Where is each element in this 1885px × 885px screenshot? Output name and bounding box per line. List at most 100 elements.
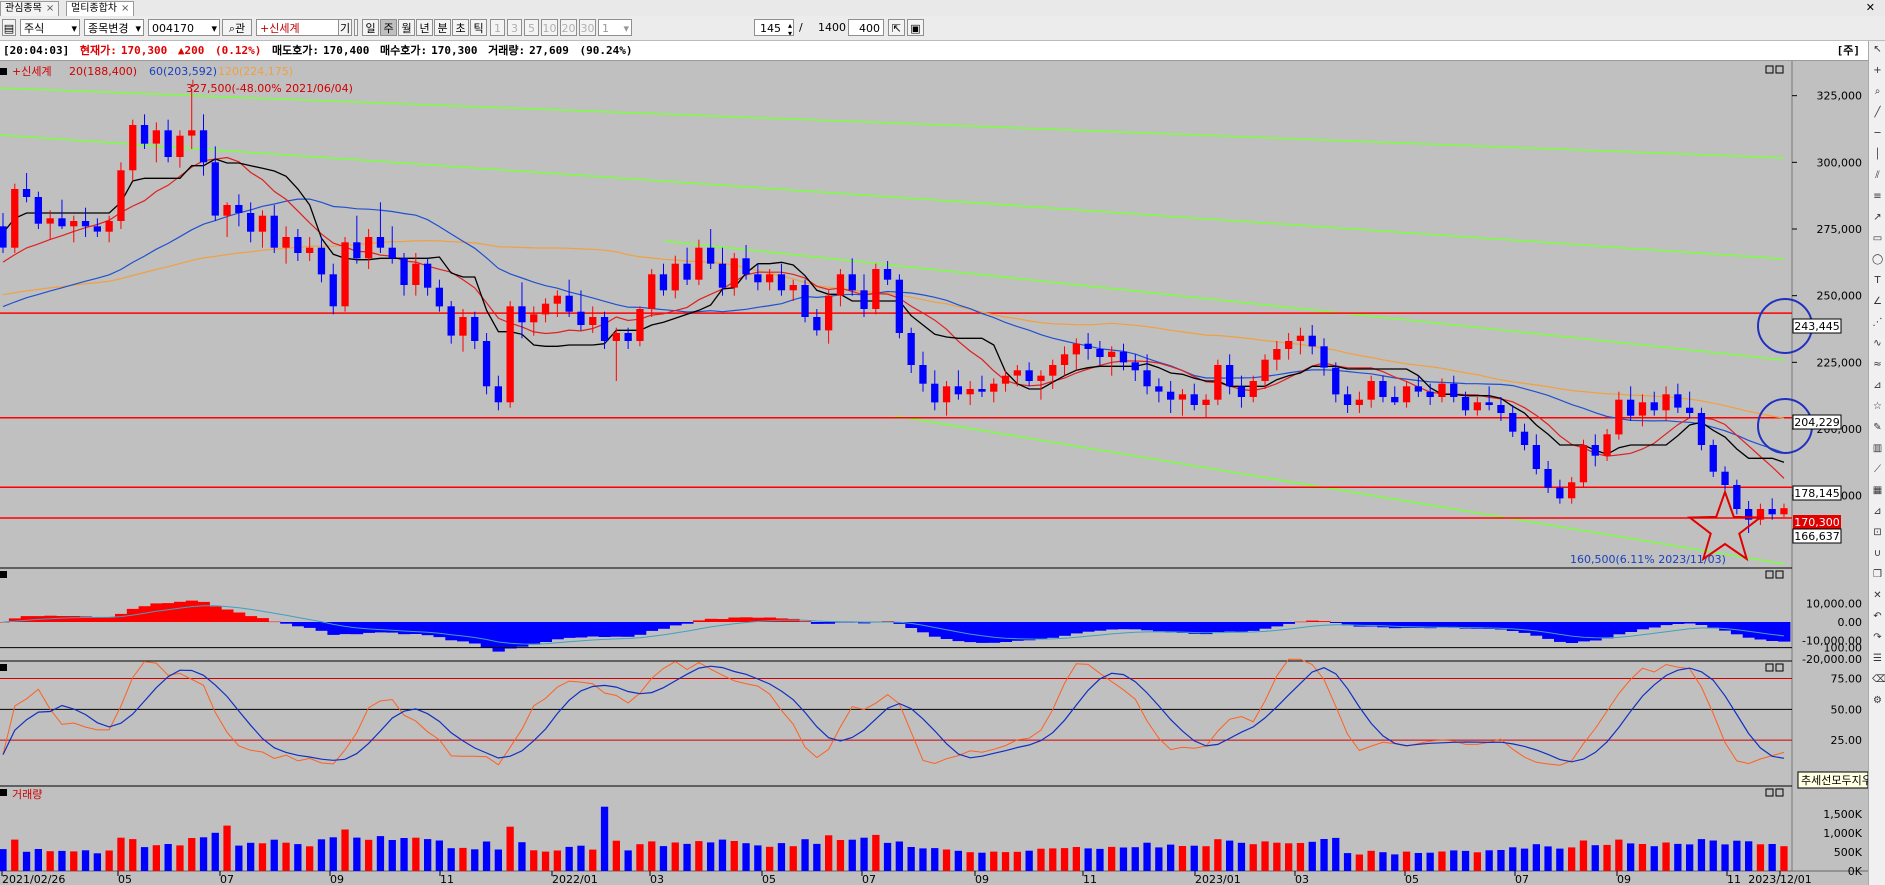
rect-tool-icon[interactable]: ▭	[1872, 233, 1883, 244]
star-tool-icon[interactable]: ☆	[1872, 401, 1883, 412]
stock-code-input[interactable]: 004170 ▾	[148, 19, 220, 36]
pane-handle-icon[interactable]	[0, 571, 7, 578]
interval-5-button[interactable]: 5	[524, 19, 539, 36]
copy-tool-icon[interactable]: ❐	[1872, 569, 1883, 580]
candle-body	[1674, 394, 1682, 408]
cycle-tool-icon[interactable]: ∿	[1872, 338, 1883, 349]
candle[interactable]	[1709, 439, 1717, 477]
period-tick-button[interactable]: 틱	[470, 19, 487, 36]
volume-bar	[1320, 839, 1328, 871]
stepper-down-icon[interactable]: ▾	[788, 25, 792, 35]
cursor-tool-icon[interactable]: ↖	[1872, 44, 1883, 55]
view-count-input[interactable]: 400	[848, 19, 884, 36]
tab-multi-chart[interactable]: 멀티종합차 ×	[66, 1, 135, 16]
redo-tool-icon[interactable]: ↷	[1872, 632, 1883, 643]
candle[interactable]	[872, 263, 880, 315]
hline-tool-icon[interactable]: ─	[1872, 128, 1883, 139]
market-select[interactable]: 주식 ▾	[20, 19, 80, 36]
candle[interactable]	[1579, 439, 1588, 488]
candle[interactable]	[636, 306, 644, 347]
candle[interactable]	[1214, 359, 1222, 405]
candle-body	[424, 263, 432, 288]
arrow-tool-icon[interactable]: ↗	[1872, 212, 1883, 223]
magnet-tool-icon[interactable]: ∪	[1872, 548, 1883, 559]
toolbar-separator	[354, 19, 358, 36]
angle-tool-icon[interactable]: ∠	[1872, 296, 1883, 307]
window-close-icon[interactable]: ✕	[1866, 1, 1875, 14]
candle-body	[1214, 365, 1222, 400]
interval-3-button[interactable]: 3	[507, 19, 522, 36]
candle[interactable]	[1697, 407, 1706, 451]
interval-select[interactable]: 1 ▾	[598, 19, 632, 36]
menu-icon[interactable]: ▤	[2, 19, 16, 36]
pencil-tool-icon[interactable]: ✎	[1872, 422, 1883, 433]
crosshair-tool-icon[interactable]: +	[1872, 65, 1883, 76]
multi-chart-canvas[interactable]: ↓ 325,000300,000275,000250,000225,000200…	[0, 61, 1868, 885]
pane-handle-icon[interactable]	[0, 68, 7, 75]
line-tool-icon[interactable]: ╱	[1872, 107, 1883, 118]
macd-bar	[551, 622, 564, 640]
interval-30-button[interactable]: 30	[579, 19, 596, 36]
pane-max-icon[interactable]	[1765, 788, 1784, 797]
period-second-button[interactable]: 초	[452, 19, 469, 36]
candle-body	[270, 215, 278, 248]
settings-tool-icon[interactable]: ⚙	[1872, 695, 1883, 706]
candle[interactable]	[482, 333, 491, 395]
lock-tool-icon[interactable]: ⊡	[1872, 527, 1883, 538]
channel-tool-icon[interactable]: ⫽	[1872, 170, 1883, 181]
pane-max-icon[interactable]	[1765, 663, 1784, 672]
zoom-tool-icon[interactable]: ⌕	[1872, 86, 1883, 97]
pane-max-icon[interactable]	[1765, 570, 1784, 579]
trend-tool-icon[interactable]: ⟋	[1872, 464, 1883, 475]
candle[interactable]	[341, 237, 349, 312]
candle[interactable]	[34, 191, 42, 229]
close-icon[interactable]: ×	[121, 3, 129, 14]
period-week-button[interactable]: 주	[380, 19, 397, 36]
interval-20-button[interactable]: 20	[560, 19, 577, 36]
candle-body	[942, 386, 951, 403]
period-minute-button[interactable]: 분	[434, 19, 451, 36]
macd-bar	[799, 621, 812, 622]
candle[interactable]	[11, 183, 19, 253]
change-stock-select[interactable]: 종목변경 ▾	[84, 19, 144, 36]
price-change: ▲200	[177, 44, 205, 57]
fan-tool-icon[interactable]: ⋰	[1872, 317, 1883, 328]
delete-tool-icon[interactable]: ✕	[1872, 590, 1883, 601]
grid-tool-icon[interactable]: ▦	[1872, 485, 1883, 496]
erase-all-tool-icon[interactable]: ⌫	[1872, 674, 1885, 685]
ellipse-tool-icon[interactable]: ◯	[1872, 254, 1883, 265]
save-icon[interactable]: ▣	[907, 19, 924, 36]
text-tool-icon[interactable]: T	[1872, 275, 1883, 286]
candle[interactable]	[506, 301, 514, 408]
pane-handle-icon[interactable]	[0, 664, 7, 671]
fibo-tool-icon[interactable]: ≡	[1872, 191, 1883, 202]
tab-watchlist[interactable]: 관심종목 ×	[0, 1, 60, 16]
undo-tool-icon[interactable]: ↶	[1872, 611, 1883, 622]
ki-button[interactable]: 기	[338, 19, 352, 36]
vline-tool-icon[interactable]: │	[1872, 149, 1883, 160]
interval-10-button[interactable]: 10	[541, 19, 558, 36]
chart-settings-icon[interactable]: ⇱	[888, 19, 905, 36]
candle[interactable]	[801, 279, 809, 323]
candle-body	[1391, 397, 1399, 403]
period-year-button[interactable]: 년	[416, 19, 433, 36]
close-icon[interactable]: ×	[46, 3, 54, 14]
speed-tool-icon[interactable]: ⊿	[1872, 506, 1883, 517]
volume-bar	[1414, 853, 1422, 871]
ruler-tool-icon[interactable]: ▥	[1872, 443, 1883, 454]
pane-handle-icon[interactable]	[0, 789, 7, 796]
gann-tool-icon[interactable]: ⊿	[1872, 380, 1883, 391]
period-month-button[interactable]: 월	[398, 19, 415, 36]
list-tool-icon[interactable]: ☰	[1872, 653, 1883, 664]
candle[interactable]	[117, 162, 125, 229]
period-day-button[interactable]: 일	[362, 19, 379, 36]
candle-body	[683, 263, 691, 280]
stock-search-button[interactable]: ⌕관	[222, 19, 252, 36]
wave-tool-icon[interactable]: ≈	[1872, 359, 1883, 370]
candle[interactable]	[895, 274, 903, 339]
interval-1-button[interactable]: 1	[490, 19, 505, 36]
candle-body	[990, 383, 998, 392]
candle-count-stepper[interactable]: 145 ▴ ▾	[754, 19, 794, 36]
tab-label: 관심종목	[5, 3, 42, 14]
stock-name-field[interactable]: +신세계	[256, 19, 340, 36]
